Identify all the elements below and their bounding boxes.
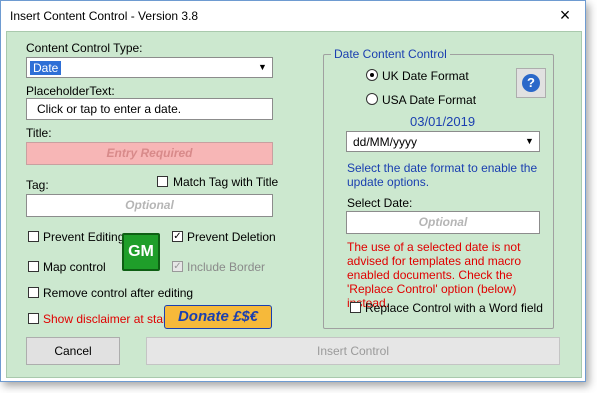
tag-input[interactable]: Optional: [26, 194, 273, 217]
title-label: Title:: [26, 126, 52, 140]
insert-control-button[interactable]: Insert Control: [146, 337, 560, 365]
content-control-type-value: Date: [30, 61, 62, 75]
date-preview: 03/01/2019: [410, 114, 476, 129]
chevron-down-icon[interactable]: ▼: [522, 134, 537, 149]
radio-selected-dot: [370, 73, 374, 77]
uk-date-format-radio[interactable]: [366, 69, 378, 81]
map-control-checkbox[interactable]: [28, 261, 39, 272]
show-disclaimer-checkbox[interactable]: [28, 313, 39, 324]
date-format-hint: Select the date format to enable the upd…: [347, 161, 538, 189]
content-control-type-label: Content Control Type:: [26, 41, 143, 55]
map-control-label: Map control: [43, 260, 106, 274]
show-disclaimer-label: Show disclaimer at start: [43, 312, 171, 326]
date-warning-text: The use of a selected date is not advise…: [347, 240, 522, 310]
remove-control-label: Remove control after editing: [43, 286, 194, 300]
dialog-window: Insert Content Control - Version 3.8 × C…: [0, 0, 586, 382]
select-date-label: Select Date:: [347, 196, 413, 210]
question-mark-icon: ?: [522, 74, 540, 92]
prevent-deletion-label: Prevent Deletion: [187, 230, 276, 244]
title-bar[interactable]: Insert Content Control - Version 3.8 ×: [1, 1, 585, 31]
select-date-input[interactable]: Optional: [346, 211, 540, 234]
content-control-type-select[interactable]: Date ▼: [26, 57, 273, 78]
placeholder-text-input[interactable]: Click or tap to enter a date.: [26, 98, 273, 120]
uk-date-format-label: UK Date Format: [382, 69, 469, 83]
date-format-value: dd/MM/yyyy: [353, 135, 418, 149]
date-content-control-title: Date Content Control: [331, 47, 450, 61]
date-format-select[interactable]: dd/MM/yyyy ▼: [346, 131, 540, 152]
close-icon[interactable]: ×: [555, 5, 575, 25]
remove-control-checkbox[interactable]: [28, 287, 39, 298]
cancel-button[interactable]: Cancel: [26, 337, 120, 365]
chevron-down-icon[interactable]: ▼: [255, 60, 270, 75]
include-border-checkbox[interactable]: ✓: [172, 261, 183, 272]
include-border-label: Include Border: [187, 260, 266, 274]
prevent-editing-checkbox[interactable]: [28, 231, 39, 242]
donate-button[interactable]: Donate £$€: [164, 305, 272, 329]
help-button[interactable]: ?: [516, 68, 546, 98]
title-input[interactable]: Entry Required: [26, 142, 273, 165]
placeholder-text-label: PlaceholderText:: [26, 84, 115, 98]
match-tag-checkbox[interactable]: [157, 176, 168, 187]
usa-date-format-label: USA Date Format: [382, 93, 477, 107]
window-title: Insert Content Control - Version 3.8: [10, 9, 199, 23]
prevent-deletion-checkbox[interactable]: ✓: [172, 231, 183, 242]
replace-control-checkbox[interactable]: [350, 302, 361, 313]
gm-button[interactable]: GM: [122, 233, 160, 271]
usa-date-format-radio[interactable]: [366, 93, 378, 105]
match-tag-label: Match Tag with Title: [173, 175, 279, 189]
prevent-editing-label: Prevent Editing: [43, 230, 125, 244]
replace-control-label: Replace Control with a Word field: [365, 301, 543, 315]
tag-label: Tag:: [26, 178, 49, 192]
